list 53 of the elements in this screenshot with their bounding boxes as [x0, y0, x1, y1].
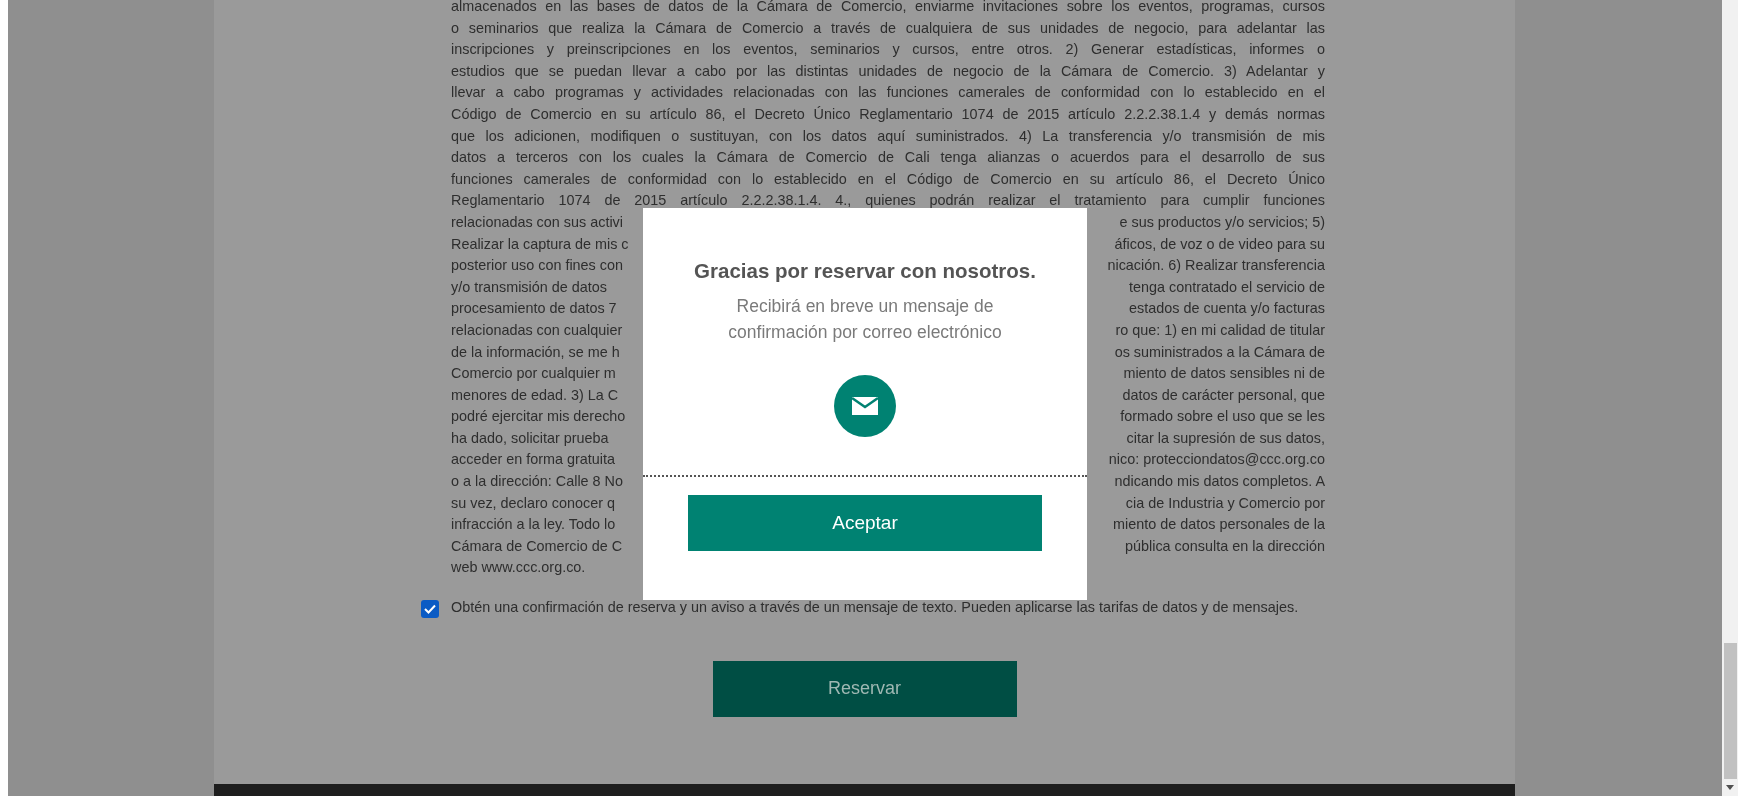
- terms-text-line: ndicando mis datos completos. A: [1114, 472, 1325, 492]
- terms-text-line: almacenados en las bases de datos de la Cámara de Comercio, enviarme invitaciones sobre los eventos, programas, cursos: [451, 0, 1325, 16]
- terms-text-line: Código de Comercio en su artículo 86, el Decreto Único Reglamentario 1074 de 2015 artículo 2.2.2.38.1.4 y demás normas: [451, 104, 1325, 124]
- terms-text-line: Reglamentario 1074 de 2015 artículo 2.2.2.38.1.4. 4., quienes podrán realizar el tratamiento para cumplir funciones: [451, 191, 1325, 211]
- terms-text-line: citar la supresión de sus datos,: [1126, 428, 1325, 448]
- terms-text-line: nicación. 6) Realizar transferencia: [1107, 256, 1325, 276]
- scroll-down-arrow-icon[interactable]: [1726, 785, 1734, 790]
- terms-text-line: nico: protecciondatos@ccc.org.co: [1108, 450, 1325, 470]
- terms-text-line: relacionadas con cualquier: [451, 320, 623, 340]
- terms-text-line: infracción a la ley. Todo lo: [451, 515, 616, 535]
- dialog-title: Gracias por reservar con nosotros.: [694, 258, 1036, 284]
- reserve-button[interactable]: Reservar: [712, 660, 1017, 717]
- scrollbar[interactable]: [1722, 0, 1738, 796]
- terms-text-line: formado sobre el uso que se les: [1120, 407, 1325, 427]
- checkmark-icon: [424, 604, 436, 615]
- terms-text-line: estudios que se puedan llevar a cabo por las distintas unidades de negocio de la Cámara de Comercio. 3) Adelantar y: [451, 61, 1325, 81]
- terms-text-line: miento de datos personales de la: [1113, 515, 1325, 535]
- terms-text-line: menores de edad. 3) La C: [451, 385, 619, 405]
- terms-text-line: relacionadas con sus activi: [451, 212, 623, 232]
- sms-opt-in-label: Obtén una confirmación de reserva y un aviso a través de un mensaje de texto. Pueden aplicarse las tarifas de datos y de mensajes.: [451, 598, 1300, 618]
- terms-text-line: datos a terceros con los cuales la Cámara de Comercio de Cali tenga alianzas o acuerdos para el desarrollo de sus: [451, 148, 1325, 168]
- scrollbar-thumb[interactable]: [1723, 643, 1737, 779]
- terms-text-line: web www.ccc.org.co.: [451, 559, 586, 576]
- terms-text-line: ro que: 1) en mi calidad de titular: [1115, 320, 1325, 340]
- terms-text-line: que los adicionen, modifiquen o sustituyan, con los datos aquí suministrados. 4) La transferencia y/o transmisión de mis: [451, 126, 1325, 146]
- terms-text-line: podré ejercitar mis derecho: [451, 407, 626, 427]
- terms-text-line: llevar a cabo programas y actividades relacionadas con las funciones camerales de conformidad con lo establecido en el: [451, 83, 1325, 103]
- terms-text-line: datos de carácter personal, que: [1122, 385, 1325, 405]
- terms-text-line: o a la dirección: Calle 8 No: [451, 472, 623, 492]
- terms-text-line: de la información, se me h: [451, 342, 620, 362]
- terms-text-line: Realizar la captura de mis c: [451, 234, 629, 254]
- terms-text-line: Cámara de Comercio de C: [451, 536, 623, 556]
- accept-button[interactable]: Aceptar: [688, 494, 1042, 551]
- terms-text-line: cia de Industria y Comercio por: [1125, 493, 1325, 513]
- terms-text-line: os suministrados a la Cámara de: [1114, 342, 1325, 362]
- terms-text-line: y/o transmisión de datos: [451, 277, 607, 297]
- checkbox[interactable]: [421, 600, 439, 619]
- terms-text-line: pública consulta en la dirección: [1125, 536, 1325, 556]
- terms-text-line: su vez, declaro conocer q: [451, 493, 615, 513]
- terms-text-line: acceder en forma gratuita: [451, 450, 615, 470]
- terms-text-line: funciones camerales de conformidad con lo establecido en el Código de Comercio en su artículo 86, el Decreto Único: [451, 169, 1325, 189]
- terms-text-line: tenga contratado el servicio de: [1129, 277, 1325, 297]
- terms-text-line: Comercio por cualquier m: [451, 364, 616, 384]
- terms-text-line: procesamiento de datos 7: [451, 299, 617, 319]
- terms-text-line: miento de datos sensibles ni de: [1123, 364, 1325, 384]
- terms-text-line: o seminarios que realiza la Cámara de Comercio a través de cualquiera de sus unidades de negocio, para adelantar las: [451, 18, 1325, 38]
- terms-text-line: posterior uso con fines con: [451, 256, 623, 276]
- terms-text-line: inscripciones y preinscripciones en los eventos, seminarios y cursos, entre otros. 2) Generar estadísticas, informes o: [451, 40, 1325, 60]
- dialog-message: Recibirá en breve un mensaje de confirmación por correo electrónico: [727, 294, 1003, 344]
- terms-text-line: áficos, de voz o de video para su: [1114, 234, 1325, 254]
- terms-text-line: estados de cuenta y/o facturas: [1129, 299, 1325, 319]
- terms-text-line: e sus productos y/o servicios; 5): [1119, 212, 1325, 232]
- terms-text-line: ha dado, solicitar prueba: [451, 428, 609, 448]
